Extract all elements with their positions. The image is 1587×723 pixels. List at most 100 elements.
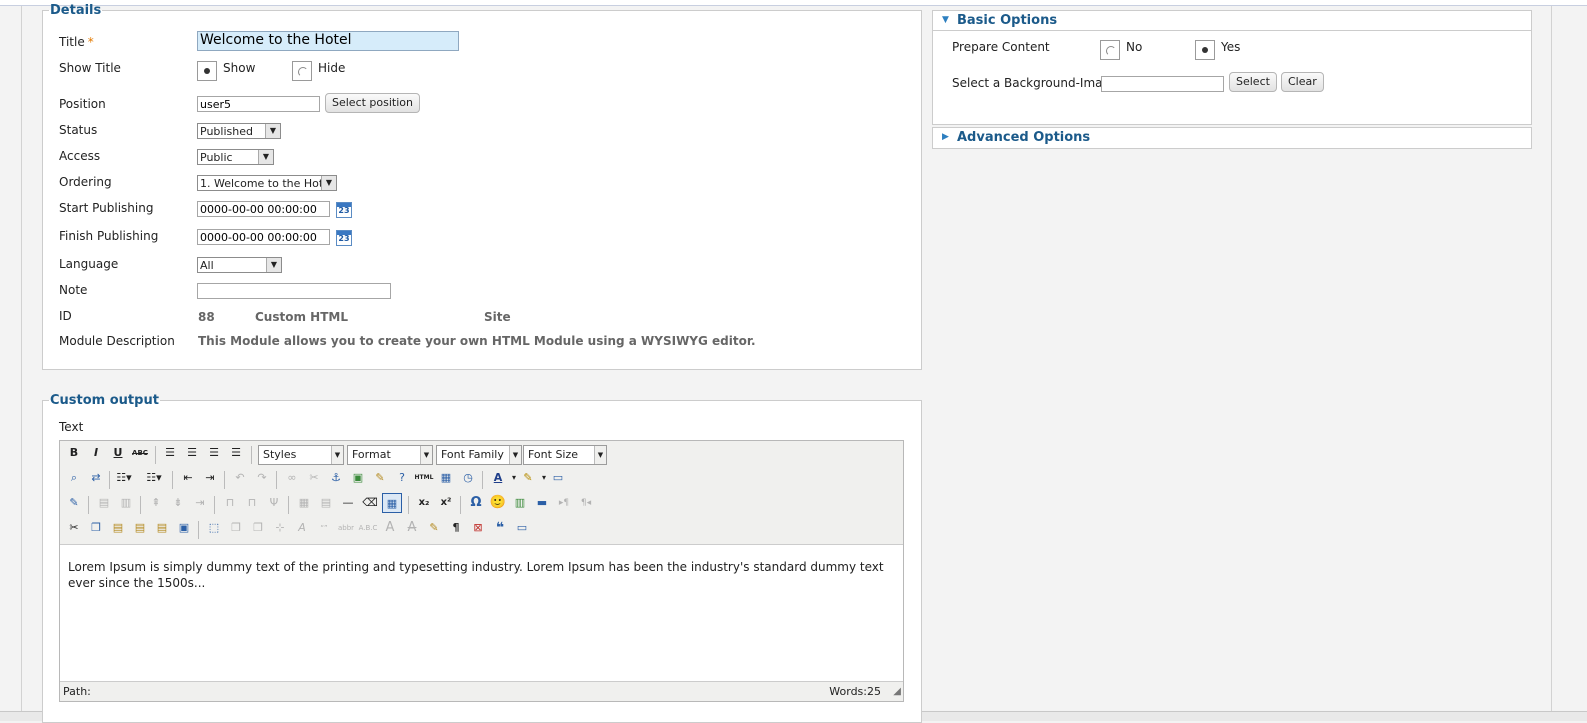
copy-icon[interactable]: ❐ [86,518,106,538]
format-dropdown[interactable]: Format ▼ [347,445,433,465]
align-center-icon[interactable]: ☰ [182,443,202,463]
acronym-icon[interactable]: A.B.C [358,518,378,538]
select-all-icon[interactable]: ▣ [174,518,194,538]
toolbar-separator [140,496,141,514]
style-props-icon[interactable]: A [292,518,312,538]
start-publishing-input[interactable]: 0000-00-00 00:00:00 [197,201,330,217]
col-before-icon[interactable]: ⊓ [220,493,240,513]
show-title-show-radio[interactable] [197,61,217,81]
insert-text-icon[interactable]: A [402,518,422,538]
page-break-icon[interactable]: ▬ [532,493,552,513]
strikethrough-button[interactable]: ABC [130,443,150,463]
delete-col-icon[interactable]: Ψ [264,493,284,513]
status-select[interactable]: Published ▼ [197,123,281,139]
table-icon[interactable]: ▦ [382,493,402,513]
replace-icon[interactable]: ⇄ [86,468,106,488]
align-justify-icon[interactable]: ☰ [226,443,246,463]
ordering-select[interactable]: 1. Welcome to the Hotel ▼ [197,175,337,191]
paste-icon[interactable]: ▤ [108,518,128,538]
delete-row-icon[interactable]: ⇥ [190,493,210,513]
font-family-dropdown[interactable]: Font Family ▼ [436,445,522,465]
edit-css-icon[interactable]: ✎ [64,493,84,513]
position-input[interactable]: user5 [197,96,320,112]
wysiwyg-editor: B I U ABC ☰ ☰ ☰ ☰ Styles ▼ Format ▼ Font F… [59,440,904,702]
cleanup-icon[interactable]: ✎ [370,468,390,488]
chevron-down-icon: ▼ [321,176,336,190]
special-char-icon[interactable]: Ω [466,493,486,513]
select-position-button[interactable]: Select position [325,93,421,113]
cell-props-icon[interactable]: ▤ [94,493,114,513]
horizontal-rule-icon[interactable]: — [338,493,358,513]
attributes-icon[interactable]: ✎ [424,518,444,538]
advanced-options-header[interactable]: ▶ Advanced Options [933,128,1531,148]
rtl-icon[interactable]: ¶◂ [576,493,596,513]
table-props-icon[interactable]: ▦ [294,493,314,513]
link-icon[interactable]: ∞ [282,468,302,488]
redo-icon[interactable]: ↷ [252,468,272,488]
cite-icon[interactable]: “” [314,518,334,538]
row-before-icon[interactable]: ⇞ [146,493,166,513]
delete-text-icon[interactable]: A [380,518,400,538]
editor-content[interactable]: Lorem Ipsum is simply dummy text of the … [68,559,893,591]
prepare-yes-radio[interactable] [1195,40,1215,60]
font-size-dropdown[interactable]: Font Size ▼ [523,445,607,465]
bullet-list-icon[interactable]: ☷▾ [114,468,134,488]
styles-dropdown[interactable]: Styles ▼ [258,445,344,465]
superscript-icon[interactable]: x² [436,493,456,513]
fullscreen-icon[interactable]: ▭ [548,468,568,488]
html-source-icon[interactable]: HTML [414,468,434,488]
cut-icon[interactable]: ✂ [64,518,84,538]
bold-button[interactable]: B [64,443,84,463]
undo-icon[interactable]: ↶ [230,468,250,488]
paste-text-icon[interactable]: ▤ [130,518,150,538]
basic-options-header[interactable]: ▼ Basic Options [933,11,1531,31]
underline-button[interactable]: U [108,443,128,463]
template-icon[interactable]: ▭ [512,518,532,538]
outdent-icon[interactable]: ⇤ [178,468,198,488]
align-left-icon[interactable]: ☰ [160,443,180,463]
absolute-position-icon[interactable]: ⊹ [270,518,290,538]
split-cells-icon[interactable]: ▤ [316,493,336,513]
merge-cells-icon[interactable]: ▥ [116,493,136,513]
calendar-icon[interactable]: 23 [336,230,352,246]
insert-time-icon[interactable]: ◷ [458,468,478,488]
media-icon[interactable]: ▥ [510,493,530,513]
move-forward-icon[interactable]: ❐ [226,518,246,538]
row-after-icon[interactable]: ⇟ [168,493,188,513]
calendar-icon[interactable]: 23 [336,202,352,218]
blockquote-icon[interactable]: ❝ [490,518,510,538]
emoticon-icon[interactable]: 🙂 [488,493,508,513]
numbered-list-icon[interactable]: ☷▾ [144,468,164,488]
find-icon[interactable]: ⌕ [64,468,84,488]
indent-icon[interactable]: ⇥ [200,468,220,488]
subscript-icon[interactable]: x₂ [414,493,434,513]
background-image-input[interactable] [1101,76,1224,92]
finish-publishing-input[interactable]: 0000-00-00 00:00:00 [197,229,330,245]
image-icon[interactable]: ▣ [348,468,368,488]
insert-date-icon[interactable]: ▦ [436,468,456,488]
non-breaking-icon[interactable]: ⊠ [468,518,488,538]
prepare-no-radio[interactable] [1100,40,1120,60]
language-select[interactable]: All ▼ [197,257,282,273]
insert-layer-icon[interactable]: ⬚ [204,518,224,538]
title-input[interactable]: Welcome to the Hotel [197,31,459,51]
paste-word-icon[interactable]: ▤ [152,518,172,538]
unlink-icon[interactable]: ✂ [304,468,324,488]
anchor-icon[interactable]: ⚓ [326,468,346,488]
editor-statusbar: Path: Words:25 ◢ [60,681,903,701]
abbreviation-icon[interactable]: abbr [336,518,356,538]
access-select[interactable]: Public ▼ [197,149,274,165]
move-backward-icon[interactable]: ❐ [248,518,268,538]
visual-chars-icon[interactable]: ¶ [446,518,466,538]
col-after-icon[interactable]: ⊓ [242,493,262,513]
eraser-icon[interactable]: ⌫ [360,493,380,513]
italic-button[interactable]: I [86,443,106,463]
note-input[interactable] [197,283,391,299]
help-icon[interactable]: ? [392,468,412,488]
clear-image-button[interactable]: Clear [1281,72,1324,92]
ltr-icon[interactable]: ▸¶ [554,493,574,513]
show-title-hide-radio[interactable] [292,61,312,81]
resize-handle-icon[interactable]: ◢ [893,682,901,701]
select-image-button[interactable]: Select [1229,72,1277,92]
align-right-icon[interactable]: ☰ [204,443,224,463]
